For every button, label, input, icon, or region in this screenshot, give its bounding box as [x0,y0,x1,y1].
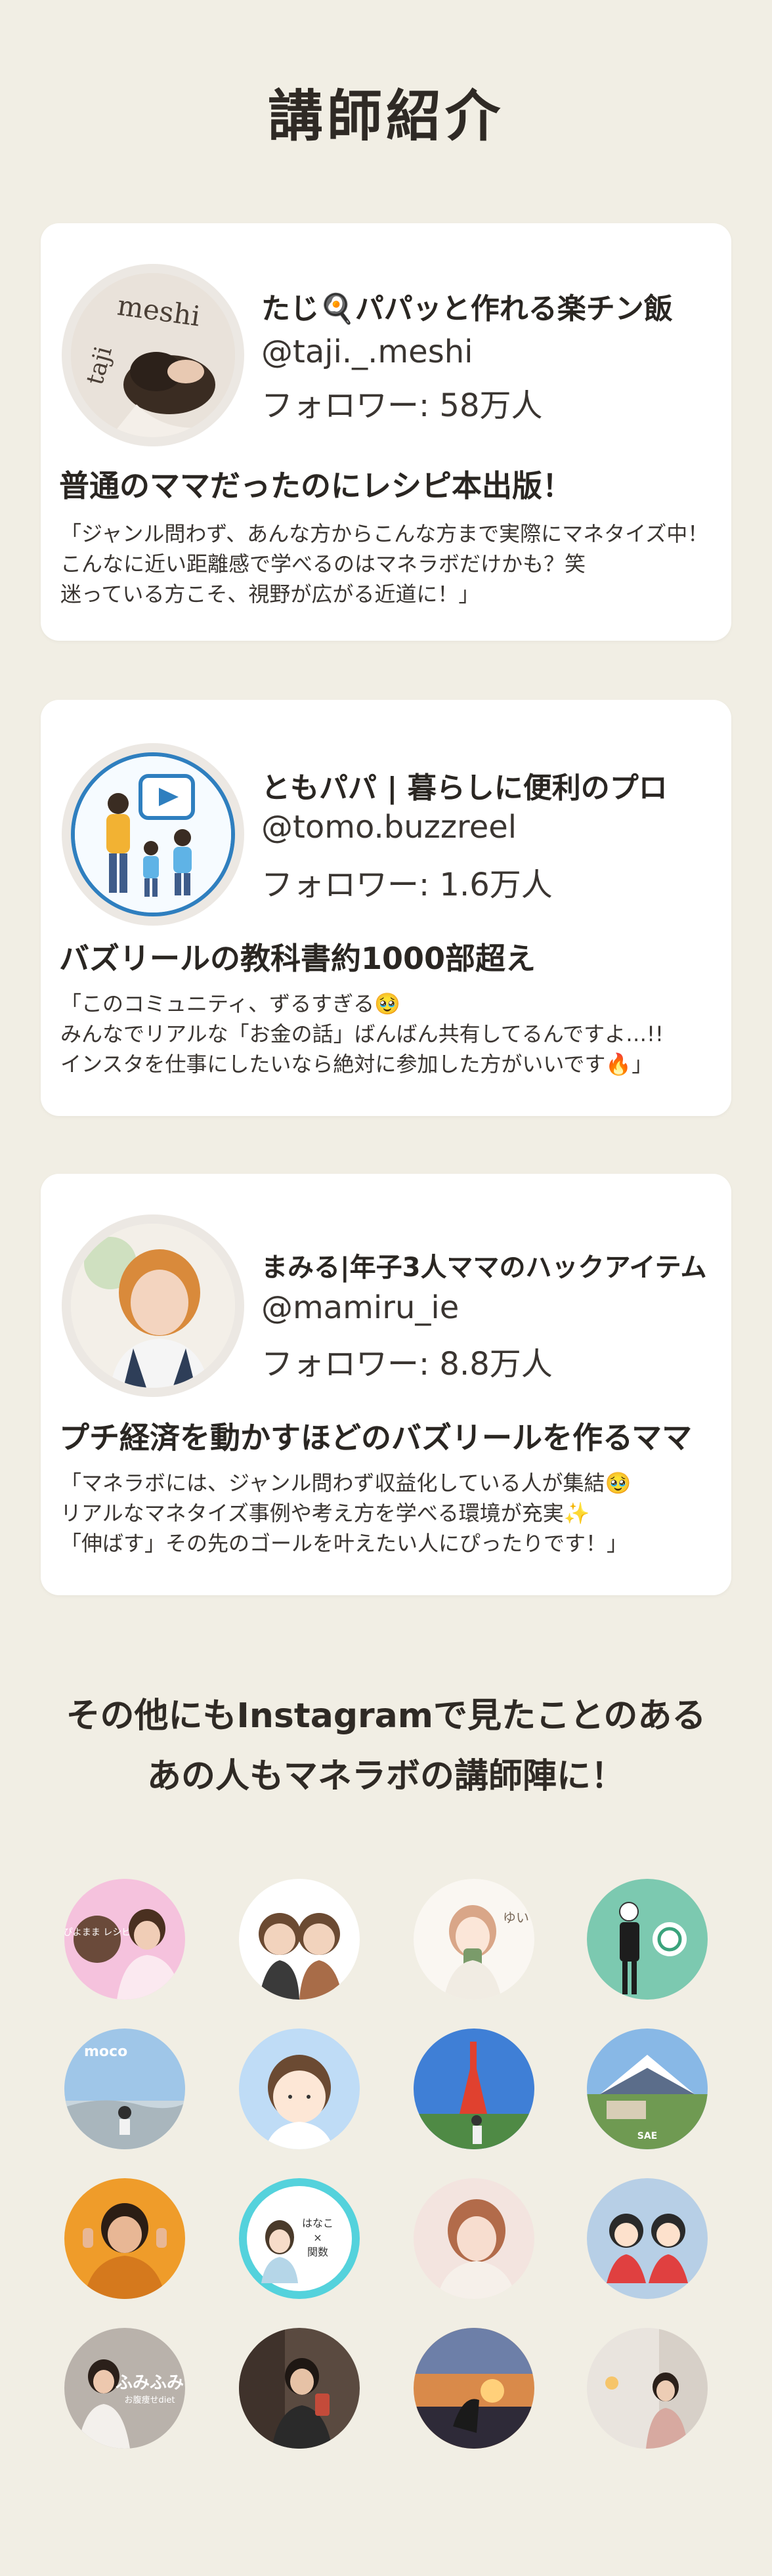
avatar-label: moco [84,2044,127,2060]
instructor-avatar-grid-item[interactable]: ゆい [414,1879,534,2000]
avatar-image [239,2029,360,2149]
avatar-label: × [313,2231,322,2244]
instructor-avatar-grid-item[interactable]: SAE [587,2029,708,2149]
instructor-card-taji: meshi taji たじ🍳パパッと作れる楽チン飯 @taji._.meshi … [41,223,731,641]
follower-count: フォロワー: 8.8万人 [261,1346,553,1383]
quote-line: リアルなマネタイズ事例や考え方を学べる環境が充実✨ [60,1501,590,1526]
instructor-avatar-grid-item[interactable] [587,2178,708,2299]
quote-line: 迷っている方こそ、視野が広がる近道に！」 [60,582,480,607]
instructor-name[interactable]: ともパパ | 暮らしに便利のプロ [261,764,668,806]
instructor-headline: 普通のママだったのにレシピ本出版！ [59,468,572,504]
instructor-avatar-grid-item[interactable] [587,2328,708,2449]
instructor-quote: 「このコミュニティ、ずるすぎる🥹 みんなでリアルな「お金の話」ばんばん共有してる… [60,989,723,1079]
follower-count: フォロワー: 1.6万人 [261,867,553,903]
instructor-avatar-grid-item[interactable]: moco [64,2029,185,2149]
quote-line: 「伸ばす」その先のゴールを叶えたい人にぴったりです！」 [60,1531,628,1556]
instructor-avatar[interactable]: meshi taji [62,264,244,446]
instructor-quote: 「ジャンル問わず、あんな方からこんな方まで実際にマネタイズ中！ こんなに近い距離… [60,519,723,609]
instructor-handle[interactable]: @mamiru_ie [261,1289,459,1326]
avatar-image [64,2178,185,2299]
page-title: 講師紹介 [267,84,504,148]
quote-line: みんなでリアルな「お金の話」ばんばん共有してるんですよ…!! [60,1021,664,1046]
avatar-image [239,1879,360,2000]
avatar-label: ゆい [503,1910,529,1925]
quote-line: 「このコミュニティ、ずるすぎる🥹 [60,991,400,1016]
instructor-avatar-grid-item[interactable] [239,2029,360,2149]
instructor-avatar-grid-item[interactable] [239,2328,360,2449]
instructor-handle[interactable]: @taji._.meshi [261,333,473,370]
instructor-headline: バズリールの教科書約1000部超え [59,941,536,976]
avatar-label: ふみふみ [116,2373,184,2393]
instructor-avatar[interactable] [62,743,244,926]
follower-count: フォロワー: 58万人 [261,387,543,424]
instructor-avatar-grid-item[interactable] [414,2029,534,2149]
avatar-image: SAE [587,2029,708,2149]
instructor-avatar-grid-item[interactable]: ぴよまま レシピ [64,1879,185,2000]
avatar-image [414,2328,534,2449]
instructor-handle[interactable]: @tomo.buzzreel [261,809,517,846]
other-instructors-heading: その他にもInstagramで見たことのある あの人もマネラボの講師陣に！ [0,1686,772,1807]
avatar-label: ぴよまま レシピ [64,1927,131,1938]
instructor-avatar-grid-item[interactable] [239,1879,360,2000]
instructor-quote: 「マネラボには、ジャンル問わず収益化している人が集結🥹 リアルなマネタイズ事例や… [60,1468,723,1558]
avatar-image [587,2178,708,2299]
avatar-photo-illustration: meshi taji [71,273,235,437]
avatar-image: ゆい [414,1879,534,2000]
avatar-label: 関数 [307,2246,328,2258]
instructor-avatar-grid-item[interactable] [414,2328,534,2449]
instructor-name[interactable]: まみる|年子3人ママのハックアイテム [261,1246,706,1284]
avatar-image: moco [64,2029,185,2149]
avatar-image: ぴよまま レシピ [64,1879,185,2000]
avatar-portrait-photo [71,1224,235,1388]
instructor-avatar-grid-item[interactable] [414,2178,534,2299]
avatar-image [239,2328,360,2449]
avatar-image [587,1879,708,2000]
avatar-label: SAE [637,2131,657,2141]
avatar-image [414,2178,534,2299]
avatar-label: お腹痩せdiet [125,2395,175,2405]
avatar-label: はなこ [302,2217,333,2229]
instructor-avatar-grid-item[interactable] [64,2178,185,2299]
instructor-headline: プチ経済を動かすほどのバズリールを作るママ [59,1420,693,1455]
avatar-image: はなこ × 関数 [239,2178,360,2299]
quote-line: 「マネラボには、ジャンル問わず収益化している人が集結🥹 [60,1470,632,1495]
instructor-avatar[interactable] [62,1214,244,1397]
instructor-avatar-grid-item[interactable] [587,1879,708,2000]
avatar-image [587,2328,708,2449]
instructor-card-tomo: ともパパ | 暮らしに便利のプロ @tomo.buzzreel フォロワー: 1… [41,700,731,1116]
avatar-image [414,2029,534,2149]
quote-line: インスタを仕事にしたいなら絶対に参加した方がいいです🔥」 [60,1052,653,1077]
quote-line: 「ジャンル問わず、あんな方からこんな方まで実際にマネタイズ中！ [60,521,709,546]
avatar-family-illustration [75,756,231,912]
instructor-avatar-grid-item[interactable]: はなこ × 関数 [239,2178,360,2299]
avatar-image: ふみふみ お腹痩せdiet [64,2328,185,2449]
instructor-card-mamiru: まみる|年子3人ママのハックアイテム @mamiru_ie フォロワー: 8.8… [41,1174,731,1595]
instructor-name[interactable]: たじ🍳パパッと作れる楽チン飯 [261,285,673,327]
instructor-avatar-grid-item[interactable]: ふみふみ お腹痩せdiet [64,2328,185,2449]
quote-line: こんなに近い距離感で学べるのはマネラボだけかも？笑 [60,551,586,576]
heading-line: あの人もマネラボの講師陣に！ [146,1757,625,1796]
heading-line: その他にもInstagramで見たことのある [66,1696,706,1736]
